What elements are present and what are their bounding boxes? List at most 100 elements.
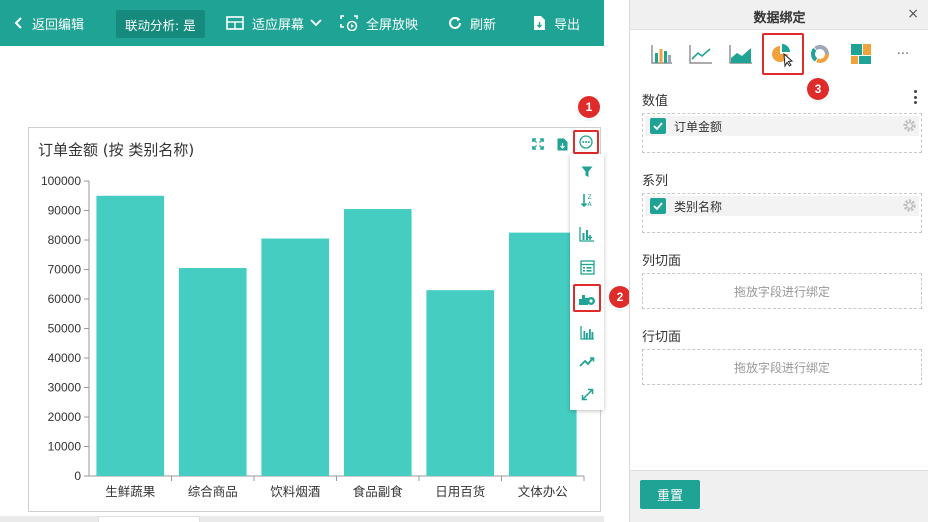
chart-panel[interactable]: 订单金额 (按 类别名称) 0 10000 20000 30000 40000 50000… — [28, 127, 601, 512]
table-view-icon — [579, 259, 595, 275]
values-section-label: 数值 — [642, 94, 669, 109]
sort-tool[interactable]: ZA — [570, 186, 604, 214]
bar — [261, 238, 330, 476]
linked-analysis-toggle[interactable]: 联动分析: 是 — [116, 10, 205, 38]
data-table-tool[interactable] — [570, 253, 604, 281]
column-slice-placeholder: 拖放字段进行绑定 — [733, 284, 830, 299]
data-binding-panel: 数据绑定 × ··· 3 数值 订单金额 系列 类别名称 列切面 拖放字段进行绑… — [629, 0, 928, 522]
refresh-button[interactable]: 刷新 — [448, 0, 496, 46]
x-tick-label: 生鲜蔬果 — [105, 484, 156, 499]
row-slice-placeholder: 拖放字段进行绑定 — [733, 360, 830, 375]
values-menu-icon[interactable] — [910, 88, 920, 106]
x-tick-label: 日用百货 — [435, 484, 485, 499]
values-field-row[interactable]: 订单金额 — [645, 116, 919, 136]
gear-icon[interactable] — [902, 118, 917, 136]
y-tick-label: 0 — [74, 469, 81, 483]
bar — [426, 290, 495, 476]
bar — [96, 195, 165, 476]
back-to-edit-button[interactable]: 返回编辑 — [14, 0, 84, 46]
y-tick-label: 80000 — [48, 233, 82, 247]
area-chart-icon — [729, 45, 752, 64]
export-button[interactable]: 导出 — [533, 0, 580, 46]
close-icon[interactable]: × — [907, 6, 919, 22]
fit-screen-dropdown[interactable]: 适应屏幕 — [226, 0, 322, 46]
more-chart-types-button[interactable]: ··· — [888, 40, 918, 68]
sheet-tab[interactable] — [98, 516, 200, 522]
series-section-label: 系列 — [642, 174, 669, 189]
more-dots-icon — [579, 135, 593, 149]
series-field-checkbox[interactable] — [650, 198, 666, 214]
chevron-down-icon — [310, 19, 322, 27]
app-root: 返回编辑 联动分析: 是 适应屏幕 全屏放映 刷新 导出 订单金额 (按 类别名… — [0, 0, 928, 522]
series-field-row[interactable]: 类别名称 — [645, 196, 919, 216]
treemap-chart-icon — [851, 44, 871, 64]
fullscreen-play-label: 全屏放映 — [366, 17, 419, 33]
fit-screen-icon — [226, 16, 244, 30]
chart-type-treemap[interactable] — [846, 40, 876, 68]
donut-chart-icon — [811, 45, 829, 63]
panel-header: 数据绑定 × — [630, 0, 928, 30]
panel-footer: 重置 — [630, 470, 928, 522]
change-chart-type-tool[interactable] — [573, 284, 601, 312]
svg-text:Z: Z — [588, 194, 592, 201]
pie-chart-icon — [772, 44, 794, 68]
y-tick-label: 100000 — [41, 174, 81, 188]
row-slice-drop-zone[interactable]: 拖放字段进行绑定 — [642, 349, 922, 385]
bar — [178, 268, 247, 476]
chart-type-donut[interactable] — [805, 40, 835, 68]
chart-type-line[interactable] — [686, 40, 716, 68]
export-icon — [533, 15, 546, 31]
y-tick-label: 10000 — [48, 440, 82, 454]
grouped-bar-icon — [579, 325, 594, 340]
chart-settings-icon — [579, 227, 594, 242]
y-tick-label: 70000 — [48, 263, 82, 277]
y-tick-label: 30000 — [48, 381, 82, 395]
bar — [508, 232, 577, 476]
fullscreen-play-icon — [340, 15, 358, 31]
y-tick-label: 50000 — [48, 322, 82, 336]
bar — [343, 209, 412, 476]
gear-icon[interactable] — [902, 198, 917, 216]
column-slice-drop-zone[interactable]: 拖放字段进行绑定 — [642, 273, 922, 309]
refresh-icon — [448, 16, 462, 30]
fit-screen-label: 适应屏幕 — [252, 17, 305, 33]
trend-line-icon — [579, 357, 595, 367]
column-slice-label: 列切面 — [642, 254, 682, 269]
analysis-chart-tool[interactable] — [570, 220, 604, 248]
sort-icon: ZA — [580, 194, 593, 207]
reset-button[interactable]: 重置 — [640, 480, 700, 509]
chart-type-switch-icon — [579, 295, 595, 305]
chart-type-pie[interactable] — [762, 33, 804, 75]
x-tick-label: 食品副食 — [353, 484, 404, 499]
step-badge-3: 3 — [807, 78, 829, 100]
linked-analysis-label: 联动分析: 是 — [125, 17, 196, 33]
back-to-edit-label: 返回编辑 — [32, 17, 85, 33]
filter-tool[interactable] — [570, 158, 604, 186]
line-chart-icon — [689, 45, 712, 64]
x-tick-label: 文体办公 — [518, 484, 569, 499]
values-drop-zone[interactable]: 订单金额 — [642, 113, 922, 153]
values-field-checkbox[interactable] — [650, 118, 666, 134]
y-tick-label: 60000 — [48, 292, 82, 306]
chart-more-button[interactable] — [573, 130, 599, 154]
refresh-label: 刷新 — [470, 17, 497, 33]
export-label: 导出 — [554, 17, 581, 33]
values-field-name: 订单金额 — [674, 119, 723, 134]
top-toolbar: 返回编辑 联动分析: 是 适应屏幕 全屏放映 刷新 导出 — [0, 0, 604, 46]
maximize-tool[interactable] — [570, 380, 604, 408]
row-slice-label: 行切面 — [642, 330, 682, 345]
chart-type-area[interactable] — [726, 40, 756, 68]
trend-line-tool[interactable] — [570, 348, 604, 376]
fullscreen-play-button[interactable]: 全屏放映 — [340, 0, 418, 46]
series-drop-zone[interactable]: 类别名称 — [642, 193, 922, 233]
chart-side-toolbar: ZA — [570, 154, 604, 410]
svg-text:A: A — [588, 201, 593, 207]
filter-icon — [581, 166, 593, 177]
diagonal-expand-icon — [581, 388, 593, 400]
x-tick-label: 综合商品 — [188, 484, 238, 499]
y-tick-label: 90000 — [48, 204, 82, 218]
x-tick-label: 饮料烟酒 — [270, 484, 320, 499]
bar-compare-tool[interactable] — [570, 318, 604, 346]
panel-title: 数据绑定 — [753, 11, 806, 26]
chart-type-column[interactable] — [647, 40, 677, 68]
